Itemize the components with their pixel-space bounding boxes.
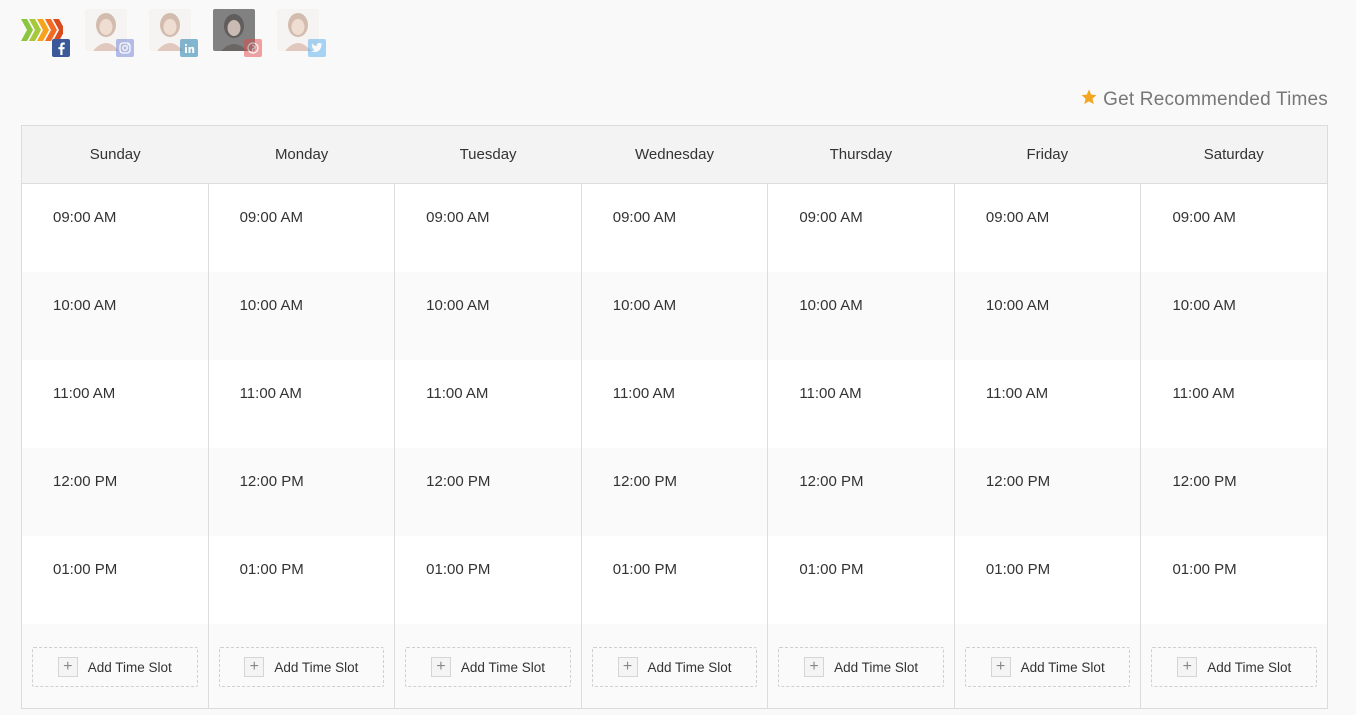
social-profiles — [21, 9, 326, 57]
add-time-slot-button[interactable]: + Add Time Slot — [591, 647, 758, 687]
time-slot[interactable]: 10:00 AM — [581, 272, 768, 360]
day-column-thursday: 09:00 AM 10:00 AM 11:00 AM 12:00 PM 01:00 PM… — [768, 184, 955, 708]
add-time-slot-label: Add Time Slot — [1207, 659, 1292, 675]
add-slot-area: + Add Time Slot — [581, 624, 768, 708]
add-time-slot-button[interactable]: + Add Time Slot — [1151, 647, 1318, 687]
add-slot-area: + Add Time Slot — [22, 624, 208, 708]
add-time-slot-label: Add Time Slot — [87, 659, 172, 675]
time-slot[interactable]: 10:00 AM — [208, 272, 395, 360]
plus-icon: + — [244, 657, 265, 677]
day-column-wednesday: 09:00 AM 10:00 AM 11:00 AM 12:00 PM 01:00 PM… — [581, 184, 769, 708]
day-column-monday: 09:00 AM 10:00 AM 11:00 AM 12:00 PM 01:00 PM… — [208, 184, 396, 708]
add-time-slot-label: Add Time Slot — [460, 659, 545, 675]
plus-icon: + — [617, 657, 638, 677]
time-slot[interactable]: 10:00 AM — [395, 272, 581, 360]
twitter-icon — [308, 39, 326, 57]
time-slot[interactable]: 09:00 AM — [581, 184, 768, 272]
time-slot[interactable]: 11:00 AM — [208, 360, 395, 448]
time-slot[interactable]: 12:00 PM — [581, 448, 768, 536]
add-time-slot-button[interactable]: + Add Time Slot — [32, 647, 198, 687]
time-slot[interactable]: 12:00 PM — [395, 448, 581, 536]
time-slot[interactable]: 11:00 AM — [581, 360, 768, 448]
time-slot[interactable]: 09:00 AM — [208, 184, 395, 272]
add-time-slot-label: Add Time Slot — [1020, 659, 1105, 675]
time-slot[interactable]: 11:00 AM — [1141, 360, 1328, 448]
plus-icon: + — [430, 657, 451, 677]
add-time-slot-button[interactable]: + Add Time Slot — [778, 647, 944, 687]
day-header-saturday: Saturday — [1203, 146, 1264, 163]
schedule-header: Sunday Monday Tuesday Wednesday Thursday… — [22, 126, 1327, 184]
time-slot[interactable]: 09:00 AM — [768, 184, 954, 272]
time-slot[interactable]: 12:00 PM — [208, 448, 395, 536]
time-slot[interactable]: 01:00 PM — [954, 536, 1141, 624]
profile-linkedin[interactable] — [149, 9, 198, 57]
add-slot-area: + Add Time Slot — [768, 624, 954, 708]
time-slot[interactable]: 01:00 PM — [1141, 536, 1328, 624]
day-column-sunday: 09:00 AM 10:00 AM 11:00 AM 12:00 PM 01:00 PM… — [22, 184, 209, 708]
add-slot-area: + Add Time Slot — [954, 624, 1141, 708]
time-slot[interactable]: 10:00 AM — [768, 272, 954, 360]
time-slot[interactable]: 09:00 AM — [954, 184, 1141, 272]
add-slot-area: + Add Time Slot — [208, 624, 395, 708]
day-column-saturday: 09:00 AM 10:00 AM 11:00 AM 12:00 PM 01:00 PM… — [1141, 184, 1328, 708]
add-time-slot-button[interactable]: + Add Time Slot — [218, 647, 385, 687]
time-slot[interactable]: 09:00 AM — [395, 184, 581, 272]
instagram-icon — [116, 39, 134, 57]
weekly-schedule: Sunday Monday Tuesday Wednesday Thursday… — [21, 125, 1328, 709]
day-header-sunday: Sunday — [89, 146, 141, 163]
add-time-slot-label: Add Time Slot — [834, 659, 919, 675]
day-header-friday: Friday — [1026, 146, 1069, 163]
time-slot[interactable]: 01:00 PM — [768, 536, 954, 624]
time-slot[interactable]: 01:00 PM — [581, 536, 768, 624]
schedule-body: 09:00 AM 10:00 AM 11:00 AM 12:00 PM 01:00 PM… — [22, 184, 1328, 708]
pinterest-icon — [244, 39, 262, 57]
add-time-slot-button[interactable]: + Add Time Slot — [405, 647, 571, 687]
day-header-wednesday: Wednesday — [635, 146, 714, 163]
profile-twitter[interactable] — [277, 9, 326, 57]
add-slot-area: + Add Time Slot — [395, 624, 581, 708]
add-slot-area: + Add Time Slot — [1141, 624, 1328, 708]
facebook-icon — [52, 39, 70, 57]
add-time-slot-label: Add Time Slot — [647, 659, 732, 675]
time-slot[interactable]: 01:00 PM — [208, 536, 395, 624]
time-slot[interactable]: 10:00 AM — [954, 272, 1141, 360]
time-slot[interactable]: 12:00 PM — [954, 448, 1141, 536]
time-slot[interactable]: 10:00 AM — [1141, 272, 1328, 360]
add-time-slot-label: Add Time Slot — [274, 659, 359, 675]
time-slot[interactable]: 12:00 PM — [1141, 448, 1328, 536]
time-slot[interactable]: 11:00 AM — [22, 360, 208, 448]
linkedin-icon — [180, 39, 198, 57]
time-slot[interactable]: 11:00 AM — [395, 360, 581, 448]
get-recommended-times-button[interactable]: Get Recommended Times — [1080, 88, 1328, 112]
profile-pinterest[interactable] — [213, 9, 262, 57]
time-slot[interactable]: 01:00 PM — [22, 536, 208, 624]
time-slot[interactable]: 10:00 AM — [22, 272, 208, 360]
plus-icon: + — [57, 657, 78, 677]
time-slot[interactable]: 01:00 PM — [395, 536, 581, 624]
time-slot[interactable]: 11:00 AM — [954, 360, 1141, 448]
plus-icon: + — [990, 657, 1011, 677]
time-slot[interactable]: 11:00 AM — [768, 360, 954, 448]
time-slot[interactable]: 12:00 PM — [22, 448, 208, 536]
star-icon — [1080, 88, 1098, 112]
profile-instagram[interactable] — [85, 9, 134, 57]
day-column-tuesday: 09:00 AM 10:00 AM 11:00 AM 12:00 PM 01:00 PM… — [395, 184, 582, 708]
time-slot[interactable]: 09:00 AM — [1141, 184, 1328, 272]
day-column-friday: 09:00 AM 10:00 AM 11:00 AM 12:00 PM 01:00 PM… — [954, 184, 1142, 708]
day-header-monday: Monday — [274, 146, 329, 163]
time-slot[interactable]: 09:00 AM — [22, 184, 208, 272]
recommend-label: Get Recommended Times — [1103, 89, 1328, 110]
plus-icon: + — [804, 657, 825, 677]
add-time-slot-button[interactable]: + Add Time Slot — [964, 647, 1131, 687]
profile-facebook[interactable] — [21, 9, 70, 57]
time-slot[interactable]: 12:00 PM — [768, 448, 954, 536]
day-header-tuesday: Tuesday — [459, 146, 517, 163]
day-header-thursday: Thursday — [829, 146, 893, 163]
plus-icon: + — [1177, 657, 1198, 677]
